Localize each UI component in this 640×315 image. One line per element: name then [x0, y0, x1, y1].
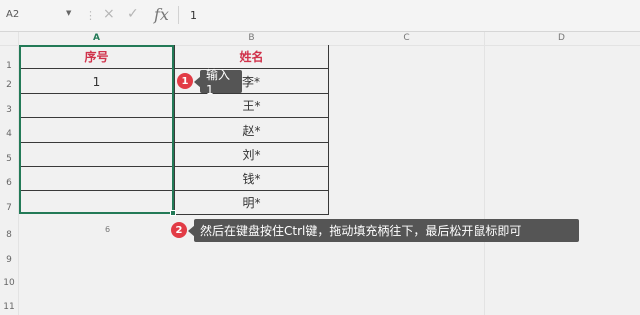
cell-b6[interactable]: 钱* [174, 167, 329, 190]
name-box[interactable]: A2 [6, 9, 19, 20]
row-header[interactable]: 11 [0, 302, 18, 312]
step-badge-2: 2 [171, 222, 187, 238]
row-header[interactable]: 9 [0, 255, 18, 265]
tip-step-1: 输入1 [200, 68, 242, 97]
column-header-c[interactable]: C [329, 32, 484, 45]
row-header[interactable]: 3 [0, 105, 18, 115]
cell-a4[interactable] [19, 119, 174, 142]
step-badge-1: 1 [177, 73, 193, 89]
column-header-d[interactable]: D [484, 32, 639, 45]
cell-b3[interactable]: 王* [174, 94, 329, 117]
formula-divider [178, 6, 179, 24]
cell-b5[interactable]: 刘* [174, 143, 329, 166]
row-header[interactable]: 5 [0, 154, 18, 164]
grid-line [484, 32, 485, 315]
header-cell-name[interactable]: 姓名 [174, 45, 329, 68]
row-header[interactable]: 1 [0, 61, 18, 71]
cell-a6[interactable] [19, 167, 174, 190]
cell-a7[interactable] [19, 191, 174, 214]
cell-b4[interactable]: 赵* [174, 118, 329, 142]
cell-b7[interactable]: 明* [174, 191, 329, 214]
tip-step-2: 然后在键盘按住Ctrl键，拖动填充柄往下，最后松开鼠标即可 [194, 219, 579, 242]
header-cell-index[interactable]: 序号 [19, 45, 174, 68]
cell-a2[interactable]: 1 [19, 70, 174, 93]
insert-function-icon[interactable]: fx [154, 5, 169, 24]
column-header-b[interactable]: B [174, 32, 329, 45]
cell-a3[interactable] [19, 94, 174, 117]
confirm-icon[interactable]: ✓ [127, 6, 139, 22]
row-header[interactable]: 6 [0, 178, 18, 188]
row-header[interactable]: 4 [0, 129, 18, 139]
table-border [174, 214, 329, 215]
row-header[interactable]: 7 [0, 203, 18, 213]
triangle-down-icon[interactable]: ▼ [66, 9, 71, 17]
row-header[interactable]: 8 [0, 230, 18, 240]
formula-bar: A2 ▼ ⋮ × ✓ fx 1 [0, 0, 640, 32]
column-header-a[interactable]: A [19, 32, 174, 45]
cell-a5[interactable] [19, 143, 174, 166]
cancel-icon[interactable]: × [103, 6, 115, 22]
formula-input[interactable]: 1 [190, 9, 197, 22]
fill-handle[interactable] [170, 210, 176, 216]
row-header[interactable]: 2 [0, 80, 18, 90]
autofill-count: 6 [105, 225, 111, 234]
row-header[interactable]: 10 [0, 278, 18, 288]
grip-icon: ⋮ [85, 9, 96, 22]
